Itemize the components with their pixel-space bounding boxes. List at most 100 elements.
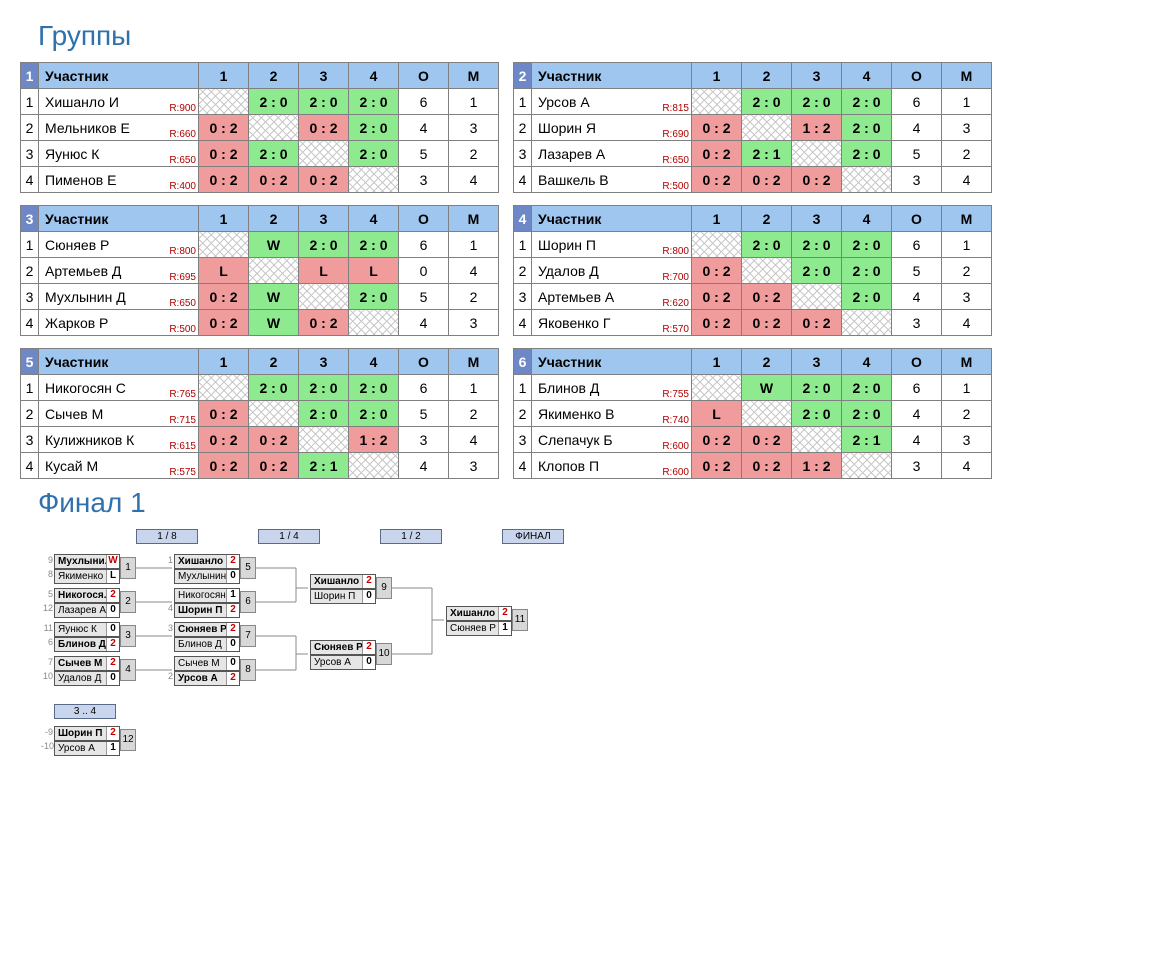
- place-m: 1: [942, 89, 992, 115]
- score-cell: [742, 115, 792, 141]
- place-m: 1: [449, 89, 499, 115]
- header-col: 2: [249, 349, 299, 375]
- table-row: 3Яунюс КR:6500 : 22 : 02 : 052: [21, 141, 499, 167]
- match-number: 8: [240, 659, 256, 681]
- score-cell: 2 : 0: [842, 141, 892, 167]
- table-row: 4Жарков РR:5000 : 2W0 : 243: [21, 310, 499, 336]
- score-cell: 0 : 2: [249, 427, 299, 453]
- place-m: 4: [942, 167, 992, 193]
- player-index: 1: [21, 232, 39, 258]
- bracket-player-score: 2: [226, 604, 239, 617]
- header-col: 4: [349, 63, 399, 89]
- header-col: 1: [692, 63, 742, 89]
- player-name: Артемьев ДR:695: [39, 258, 199, 284]
- score-cell: [349, 167, 399, 193]
- match-number: 1: [120, 557, 136, 579]
- bracket-player-score: 0: [106, 672, 119, 685]
- place-m: 4: [449, 258, 499, 284]
- bracket-player-score: 2: [226, 555, 239, 568]
- player-index: 1: [21, 375, 39, 401]
- bracket-player: Урсов А1: [54, 741, 120, 756]
- score-cell: W: [249, 284, 299, 310]
- player-rating: R:695: [169, 272, 196, 283]
- header-col: 2: [249, 206, 299, 232]
- bracket-match: 11Яунюс К06Блинов Д23: [54, 622, 120, 652]
- bracket-player-name: Лазарев А: [55, 604, 106, 617]
- bracket-player-score: 2: [106, 638, 119, 651]
- score-cell: 2 : 0: [842, 115, 892, 141]
- player-index: 4: [514, 453, 532, 479]
- player-name: Мельников ЕR:660: [39, 115, 199, 141]
- place-m: 1: [449, 375, 499, 401]
- header-o: О: [399, 349, 449, 375]
- player-name: Блинов ДR:755: [532, 375, 692, 401]
- player-name: Клопов ПR:600: [532, 453, 692, 479]
- score-cell: 2 : 0: [299, 232, 349, 258]
- bracket-player-score: 2: [362, 641, 375, 654]
- points-o: 4: [399, 115, 449, 141]
- header-col: 2: [742, 63, 792, 89]
- bracket-match: 9Мухлыни...W8Якименко ВL1: [54, 554, 120, 584]
- score-cell: 1 : 2: [792, 115, 842, 141]
- bracket-player: Мухлыни...W: [54, 554, 120, 569]
- bracket-player-score: 1: [226, 589, 239, 602]
- score-cell: [199, 89, 249, 115]
- score-cell: [199, 232, 249, 258]
- header-m: М: [942, 206, 992, 232]
- table-row: 2Мельников ЕR:6600 : 20 : 22 : 043: [21, 115, 499, 141]
- points-o: 4: [892, 427, 942, 453]
- score-cell: 0 : 2: [742, 453, 792, 479]
- seed-number: 5: [41, 589, 53, 599]
- header-participant: Участник: [532, 349, 692, 375]
- bracket-match: 5Никогося...212Лазарев А02: [54, 588, 120, 618]
- score-cell: [692, 89, 742, 115]
- match-number: 2: [120, 591, 136, 613]
- points-o: 6: [892, 89, 942, 115]
- player-name: Жарков РR:500: [39, 310, 199, 336]
- bracket-player-score: 2: [226, 623, 239, 636]
- bracket-player: Урсов А0: [310, 655, 376, 670]
- groups-container: 1Участник1234ОМ1Хишанло ИR:9002 : 02 : 0…: [20, 62, 1160, 479]
- score-cell: [842, 167, 892, 193]
- bracket-player-name: Никогосян С: [175, 589, 226, 602]
- player-name: Лазарев АR:650: [532, 141, 692, 167]
- header-m: М: [449, 63, 499, 89]
- player-name: Яунюс КR:650: [39, 141, 199, 167]
- bracket-player-score: 0: [106, 604, 119, 617]
- score-cell: 2 : 0: [249, 141, 299, 167]
- place-m: 1: [942, 232, 992, 258]
- bracket-player-score: 0: [106, 623, 119, 636]
- score-cell: [692, 232, 742, 258]
- player-index: 3: [514, 141, 532, 167]
- group-table: 4Участник1234ОМ1Шорин ПR:8002 : 02 : 02 …: [513, 205, 992, 336]
- header-col: 1: [199, 349, 249, 375]
- bracket-player: Блинов Д0: [174, 637, 240, 652]
- place-m: 2: [449, 401, 499, 427]
- score-cell: [692, 375, 742, 401]
- player-rating: R:740: [662, 415, 689, 426]
- score-cell: 0 : 2: [199, 167, 249, 193]
- header-col: 3: [792, 63, 842, 89]
- table-row: 2Сычев МR:7150 : 22 : 02 : 052: [21, 401, 499, 427]
- page-title-final: Финал 1: [38, 487, 1144, 519]
- bracket-player-score: 0: [362, 590, 375, 603]
- score-cell: [299, 141, 349, 167]
- player-name: Яковенко ГR:570: [532, 310, 692, 336]
- score-cell: 2 : 0: [299, 375, 349, 401]
- score-cell: [299, 284, 349, 310]
- score-cell: 0 : 2: [742, 167, 792, 193]
- player-index: 1: [514, 232, 532, 258]
- points-o: 6: [399, 89, 449, 115]
- score-cell: 0 : 2: [249, 167, 299, 193]
- bracket-player: Никогося...2: [54, 588, 120, 603]
- score-cell: 1 : 2: [792, 453, 842, 479]
- bracket-player-name: Хишанло И: [447, 607, 498, 620]
- bracket-player-name: Мухлыни...: [55, 555, 106, 568]
- header-col: 3: [792, 349, 842, 375]
- score-cell: 2 : 0: [742, 89, 792, 115]
- points-o: 6: [892, 232, 942, 258]
- score-cell: 0 : 2: [692, 115, 742, 141]
- header-m: М: [942, 63, 992, 89]
- bracket-player-name: Сычев М: [55, 657, 106, 670]
- bracket-player-name: Сычев М: [175, 657, 226, 670]
